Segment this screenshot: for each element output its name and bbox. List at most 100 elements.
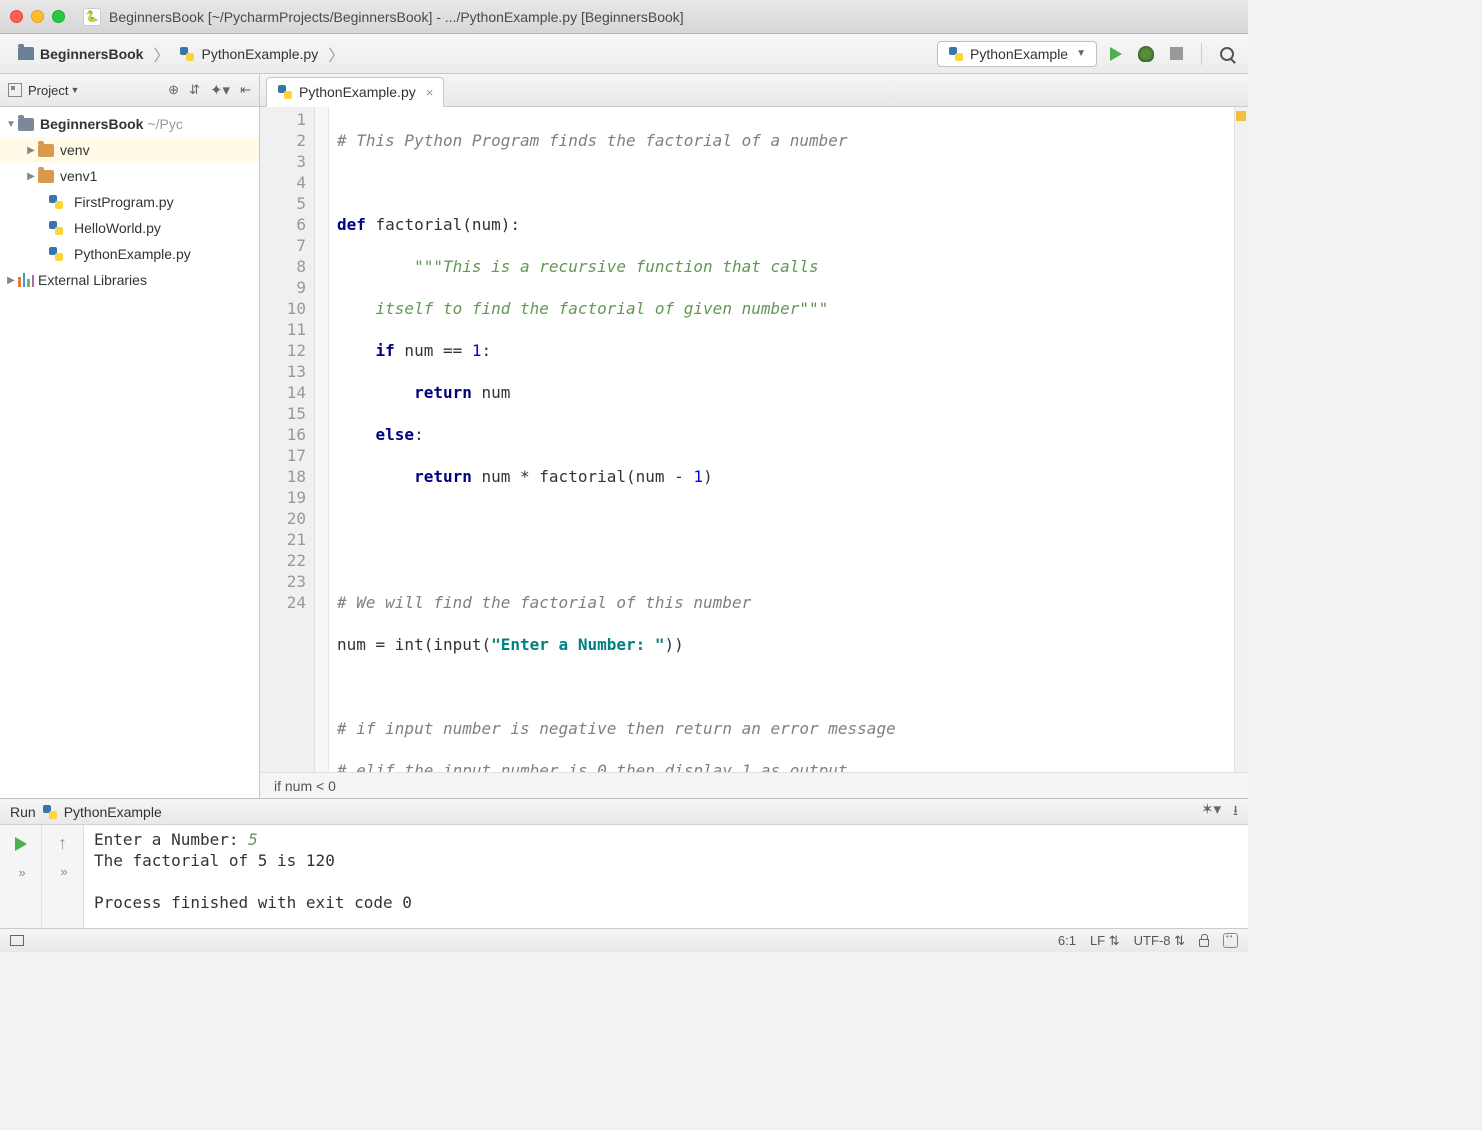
code-keyword: else xyxy=(376,425,415,444)
run-tool-title: Run xyxy=(10,804,36,820)
run-toolbar-left2: ↑ » xyxy=(42,825,84,928)
readonly-lock-icon[interactable] xyxy=(1199,939,1209,947)
run-tool-window: Run PythonExample ✶▾ ⭳ » ↑ » Enter a Num… xyxy=(0,798,1248,928)
scroll-to-source-icon[interactable]: ⊕ xyxy=(168,82,179,98)
code-string: "Enter a Number: " xyxy=(491,635,664,654)
chevron-down-icon: ▼ xyxy=(1076,48,1086,59)
code-text: num = int(input( xyxy=(337,635,491,654)
code-text: num xyxy=(472,383,511,402)
expand-icon[interactable]: » xyxy=(60,864,64,879)
project-tool-label: Project xyxy=(28,83,68,98)
structure-breadcrumb[interactable]: if num < 0 xyxy=(260,772,1248,798)
editor-area: PythonExample.py × 123456789101112131415… xyxy=(260,74,1248,798)
code-comment: # if input number is negative then retur… xyxy=(337,719,896,738)
project-tree[interactable]: ▼ BeginnersBook ~/Pyc ▶ venv ▶ venv1 Fir… xyxy=(0,107,259,798)
export-icon[interactable]: ⭳ xyxy=(1233,800,1238,824)
debug-button[interactable] xyxy=(1135,43,1157,65)
up-arrow-icon[interactable]: ↑ xyxy=(58,833,67,854)
code-keyword: return xyxy=(414,383,472,402)
code-comment: # This Python Program finds the factoria… xyxy=(337,131,848,150)
tool-windows-icon[interactable] xyxy=(10,935,24,946)
line-separator[interactable]: LF ⇅ xyxy=(1090,933,1120,949)
run-config-select[interactable]: PythonExample ▼ xyxy=(937,41,1097,67)
stop-button[interactable] xyxy=(1165,43,1187,65)
code-editor[interactable]: 123456789101112131415161718192021222324 … xyxy=(260,107,1248,772)
stop-icon xyxy=(1170,47,1183,60)
editor-tab[interactable]: PythonExample.py × xyxy=(266,77,444,107)
breadcrumb-file[interactable]: PythonExample.py xyxy=(171,42,326,66)
tree-item-label: venv xyxy=(60,142,90,158)
caret-position[interactable]: 6:1 xyxy=(1058,933,1076,948)
hide-panel-icon[interactable]: ⇤ xyxy=(240,82,251,98)
folding-gutter[interactable] xyxy=(315,107,329,772)
folder-icon xyxy=(18,118,34,131)
python-file-icon xyxy=(948,46,964,62)
code-text: ) xyxy=(703,467,713,486)
editor-tab-label: PythonExample.py xyxy=(299,84,416,100)
error-stripe[interactable] xyxy=(1234,107,1248,772)
play-icon xyxy=(1110,47,1122,61)
tree-folder-venv[interactable]: ▶ venv xyxy=(0,137,259,163)
rerun-button[interactable] xyxy=(10,833,32,855)
code-content[interactable]: # This Python Program finds the factoria… xyxy=(329,107,1234,772)
search-everywhere-button[interactable] xyxy=(1216,43,1238,65)
file-encoding[interactable]: UTF-8 ⇅ xyxy=(1134,933,1185,949)
run-toolbar-left: » xyxy=(0,825,42,928)
code-keyword: if xyxy=(376,341,395,360)
tree-file[interactable]: HelloWorld.py xyxy=(0,215,259,241)
close-window-button[interactable] xyxy=(10,10,23,23)
tree-folder-venv1[interactable]: ▶ venv1 xyxy=(0,163,259,189)
expand-arrow-icon[interactable]: ▼ xyxy=(4,119,18,130)
tree-root-label: BeginnersBook xyxy=(40,116,143,132)
warning-marker-icon[interactable] xyxy=(1236,111,1246,121)
gear-icon[interactable]: ✶▾ xyxy=(1201,800,1221,824)
tree-file[interactable]: FirstProgram.py xyxy=(0,189,259,215)
code-comment: # elif the input number is 0 then displa… xyxy=(337,761,848,772)
expand-icon[interactable]: » xyxy=(18,865,22,880)
expand-arrow-icon[interactable]: ▶ xyxy=(4,275,18,286)
python-file-icon xyxy=(42,804,58,820)
tree-file[interactable]: PythonExample.py xyxy=(0,241,259,267)
code-keyword: def xyxy=(337,215,366,234)
run-tool-header[interactable]: Run PythonExample ✶▾ ⭳ xyxy=(0,799,1248,825)
code-text: factorial(num): xyxy=(366,215,520,234)
code-number: 1 xyxy=(472,341,482,360)
code-docstring: """This is a recursive function that cal… xyxy=(337,257,819,276)
window-titlebar: 🐍 BeginnersBook [~/PycharmProjects/Begin… xyxy=(0,0,1248,34)
close-tab-icon[interactable]: × xyxy=(426,85,434,100)
folder-icon xyxy=(38,170,54,183)
code-text: )) xyxy=(665,635,684,654)
divider xyxy=(1201,43,1202,65)
status-bar: 6:1 LF ⇅ UTF-8 ⇅ xyxy=(0,928,1248,952)
code-text: num * factorial(num - xyxy=(472,467,694,486)
breadcrumb-project[interactable]: BeginnersBook xyxy=(10,42,151,66)
console-text: The factorial of 5 is 120 xyxy=(94,851,335,870)
run-config-name: PythonExample xyxy=(64,804,162,820)
code-comment: # We will find the factorial of this num… xyxy=(337,593,751,612)
play-icon xyxy=(15,837,27,851)
inspections-indicator-icon[interactable] xyxy=(1223,933,1238,948)
window-title: BeginnersBook [~/PycharmProjects/Beginne… xyxy=(109,9,684,25)
tree-external-libraries[interactable]: ▶ External Libraries xyxy=(0,267,259,293)
code-text: : xyxy=(482,341,492,360)
tree-item-label: HelloWorld.py xyxy=(74,220,161,236)
python-file-icon xyxy=(48,246,64,262)
console-input: 5 xyxy=(248,830,258,849)
run-console-output[interactable]: Enter a Number: 5 The factorial of 5 is … xyxy=(84,825,1248,928)
chevron-right-icon: 〉 xyxy=(153,42,169,66)
project-view-icon xyxy=(8,83,22,97)
breadcrumb-file-label: PythonExample.py xyxy=(201,46,318,62)
maximize-window-button[interactable] xyxy=(52,10,65,23)
expand-arrow-icon[interactable]: ▶ xyxy=(24,171,38,182)
gear-icon[interactable]: ✦▾ xyxy=(210,81,230,99)
project-tool-header[interactable]: Project ▼ ⊕ ⇵ ✦▾ ⇤ xyxy=(0,74,259,107)
python-file-icon xyxy=(179,46,195,62)
expand-arrow-icon[interactable]: ▶ xyxy=(24,145,38,156)
tree-root[interactable]: ▼ BeginnersBook ~/Pyc xyxy=(0,111,259,137)
collapse-all-icon[interactable]: ⇵ xyxy=(189,82,200,98)
run-config-area: PythonExample ▼ xyxy=(937,41,1238,67)
run-button[interactable] xyxy=(1105,43,1127,65)
minimize-window-button[interactable] xyxy=(31,10,44,23)
tree-item-label: External Libraries xyxy=(38,272,147,288)
run-config-label: PythonExample xyxy=(970,46,1068,62)
